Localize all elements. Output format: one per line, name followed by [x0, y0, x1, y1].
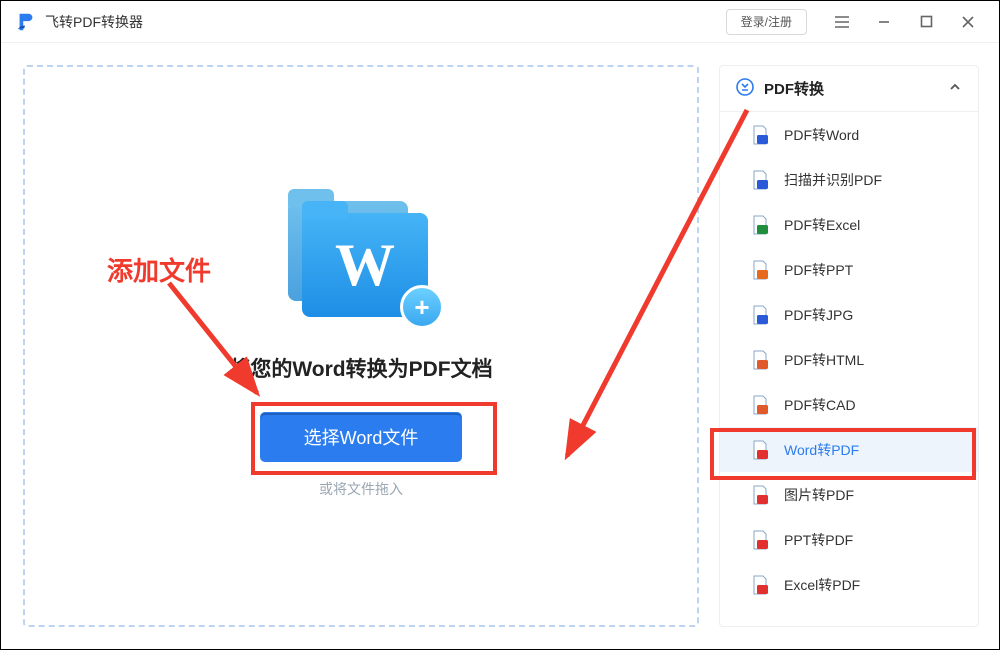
sidebar-item-label: PDF转CAD	[784, 395, 856, 415]
sidebar-item[interactable]: 扫描并识别PDF	[720, 157, 978, 202]
sidebar-list: PDF转Word 扫描并识别PDF PDF转Excel PDF转PPT PDF转JPG P…	[720, 112, 978, 626]
sidebar-item[interactable]: Excel转PDF	[720, 562, 978, 607]
minimize-button[interactable]	[863, 1, 905, 43]
sidebar-header[interactable]: PDF转换	[720, 66, 978, 112]
plus-badge-icon: +	[400, 285, 444, 329]
sidebar-item-label: PDF转PPT	[784, 260, 853, 280]
sidebar-item-label: PDF转JPG	[784, 305, 853, 325]
titlebar: 飞转PDF转换器 登录/注册	[1, 1, 999, 43]
close-button[interactable]	[947, 1, 989, 43]
file-type-icon	[750, 215, 770, 235]
file-type-icon	[750, 485, 770, 505]
login-register-label: 登录/注册	[741, 13, 792, 30]
sidebar-item-label: 扫描并识别PDF	[784, 170, 882, 190]
file-type-icon	[750, 305, 770, 325]
annotation-box-word-to-pdf	[710, 428, 976, 480]
file-type-icon	[750, 170, 770, 190]
convert-icon	[736, 78, 754, 100]
file-type-icon	[750, 395, 770, 415]
sidebar-item[interactable]: PDF转JPG	[720, 292, 978, 337]
sidebar-item[interactable]: PPT转PDF	[720, 517, 978, 562]
file-type-icon	[750, 350, 770, 370]
sidebar-header-label: PDF转换	[764, 78, 824, 99]
drag-hint: 或将文件拖入	[319, 479, 403, 499]
sidebar-item[interactable]: PDF转CAD	[720, 382, 978, 427]
drop-area[interactable]: W + 将您的Word转换为PDF文档 选择Word文件 或将文件拖入	[23, 65, 699, 627]
app-title: 飞转PDF转换器	[45, 12, 143, 32]
sidebar-item-label: Excel转PDF	[784, 575, 860, 595]
app-logo-icon	[15, 11, 37, 33]
file-type-icon	[750, 575, 770, 595]
sidebar: PDF转换 PDF转Word扫描并识别PDFPDF转ExcelPDF转PPTPD…	[719, 65, 979, 627]
sidebar-item-label: 图片转PDF	[784, 485, 854, 505]
login-register-button[interactable]: 登录/注册	[726, 9, 807, 35]
content-row: W + 将您的Word转换为PDF文档 选择Word文件 或将文件拖入 PDF转…	[1, 43, 999, 649]
sidebar-item-label: PDF转HTML	[784, 350, 864, 370]
sidebar-item[interactable]: PDF转HTML	[720, 337, 978, 382]
sidebar-item[interactable]: PDF转Excel	[720, 202, 978, 247]
sidebar-item-label: PPT转PDF	[784, 530, 853, 550]
window-controls	[821, 1, 989, 43]
annotation-add-file-text: 添加文件	[107, 251, 211, 288]
sidebar-item-label: PDF转Excel	[784, 215, 860, 235]
word-folder-icon: W +	[286, 195, 436, 323]
sidebar-item[interactable]: PDF转Word	[720, 112, 978, 157]
chevron-up-icon	[948, 80, 962, 98]
drop-heading: 将您的Word转换为PDF文档	[229, 353, 492, 383]
maximize-button[interactable]	[905, 1, 947, 43]
menu-button[interactable]	[821, 1, 863, 43]
file-type-icon	[750, 125, 770, 145]
sidebar-item[interactable]: PDF转PPT	[720, 247, 978, 292]
file-type-icon	[750, 260, 770, 280]
file-type-icon	[750, 530, 770, 550]
annotation-box-select-button	[251, 402, 497, 475]
sidebar-item-label: PDF转Word	[784, 125, 859, 145]
